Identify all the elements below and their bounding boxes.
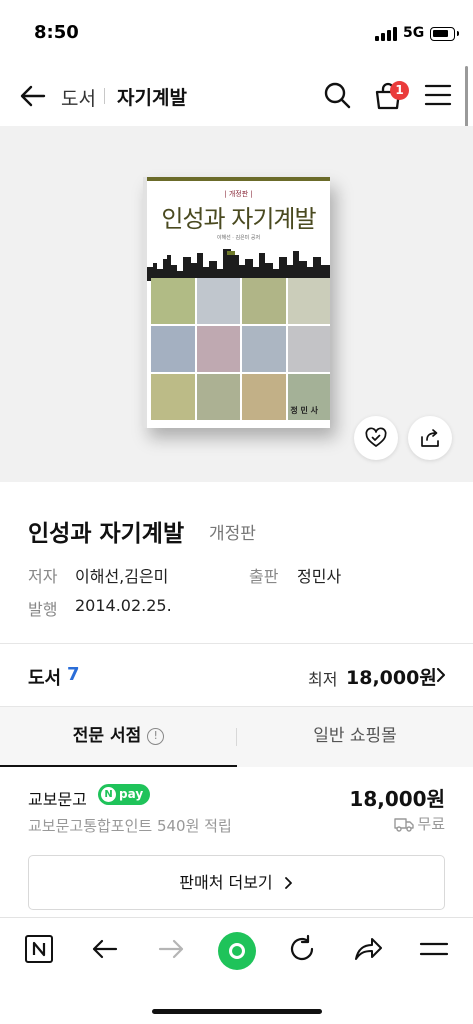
menu-icon[interactable] — [418, 933, 450, 965]
chevron-right-icon — [437, 668, 445, 682]
skyline-illustration — [147, 249, 330, 281]
tab-specialty-store[interactable]: 전문 서점! — [0, 707, 237, 767]
share-button[interactable] — [408, 416, 452, 460]
seller-tabs: 전문 서점! 일반 쇼핑몰 — [0, 707, 473, 767]
naver-n-icon: N — [101, 787, 116, 802]
category-count: 7 — [67, 664, 80, 685]
breadcrumb-current: 자기계발 — [117, 87, 187, 109]
cover-color-grid — [151, 278, 330, 420]
shipping-label: 무료 — [417, 815, 445, 833]
publish-date-label: 발행 — [28, 600, 58, 619]
lowest-price-value: 18,000원 — [346, 667, 437, 689]
npay-text: pay — [119, 787, 144, 801]
cover-edition-tag: | 개정판 | — [224, 190, 253, 198]
wishlist-button[interactable] — [354, 416, 398, 460]
refresh-icon[interactable] — [286, 933, 318, 965]
battery-icon — [430, 27, 459, 41]
status-bar: 8:50 5G — [0, 0, 473, 64]
seller-price[interactable]: 18,000원 — [349, 783, 445, 812]
breadcrumb-separator — [104, 88, 105, 104]
info-icon[interactable]: ! — [147, 728, 165, 745]
heart-check-icon — [365, 427, 387, 447]
more-sellers-label: 판매처 더보기 — [179, 873, 273, 892]
green-dot-button[interactable] — [218, 932, 256, 970]
lowest-price-label: 최저 — [308, 670, 338, 689]
category-name: 도서 — [28, 668, 62, 689]
back-arrow-icon[interactable] — [18, 81, 48, 111]
search-icon[interactable] — [322, 80, 352, 110]
book-cover-image[interactable]: | 개정판 | 인성과 자기계발 이해선 · 김은미 공저 정 민 사 — [143, 177, 330, 428]
truck-icon — [394, 818, 415, 832]
signal-icon — [375, 27, 399, 41]
book-title: 인성과 자기계발 — [28, 521, 185, 547]
browser-forward-icon[interactable] — [155, 933, 187, 965]
header: 도서 자기계발 1 — [0, 64, 473, 126]
more-sellers-button[interactable]: 판매처 더보기 — [28, 855, 445, 910]
cart-count-badge: 1 — [390, 81, 409, 100]
browser-toolbar — [0, 917, 473, 1024]
publish-date-value: 2014.02.25. — [75, 596, 172, 615]
status-time: 8:50 — [34, 22, 79, 43]
cover-publisher: 정 민 사 — [290, 406, 318, 415]
network-label: 5G — [403, 25, 425, 41]
naver-home-icon[interactable] — [23, 933, 55, 965]
browser-back-icon[interactable] — [89, 933, 121, 965]
author-label: 저자 — [28, 567, 58, 586]
share-icon[interactable] — [352, 933, 384, 965]
menu-icon[interactable] — [424, 82, 452, 108]
breadcrumb-parent[interactable]: 도서 — [61, 84, 96, 111]
npay-badge: N pay — [98, 784, 150, 805]
seller-points: 교보문고통합포인트 540원 적립 — [28, 817, 232, 835]
share-icon — [421, 429, 439, 447]
seller-name[interactable]: 교보문고 — [28, 786, 87, 810]
author-value[interactable]: 이해선,김은미 — [75, 563, 168, 587]
shipping-info: 무료 — [394, 813, 445, 834]
tab-label: 전문 서점 — [72, 726, 142, 746]
cover-authors: 이해선 · 김은미 공저 — [216, 235, 261, 241]
tab-general-mall[interactable]: 일반 쇼핑몰 — [237, 707, 473, 767]
book-edition: 개정판 — [209, 524, 256, 544]
publisher-value[interactable]: 정민사 — [297, 563, 341, 587]
home-indicator[interactable] — [152, 1009, 322, 1014]
chevron-right-icon — [284, 877, 292, 889]
product-image-area: | 개정판 | 인성과 자기계발 이해선 · 김은미 공저 정 민 사 — [0, 126, 473, 482]
cover-title: 인성과 자기계발 — [161, 205, 316, 233]
price-summary-row[interactable]: 도서 7 최저 18,000원 — [0, 644, 473, 706]
publisher-label: 출판 — [249, 567, 279, 586]
